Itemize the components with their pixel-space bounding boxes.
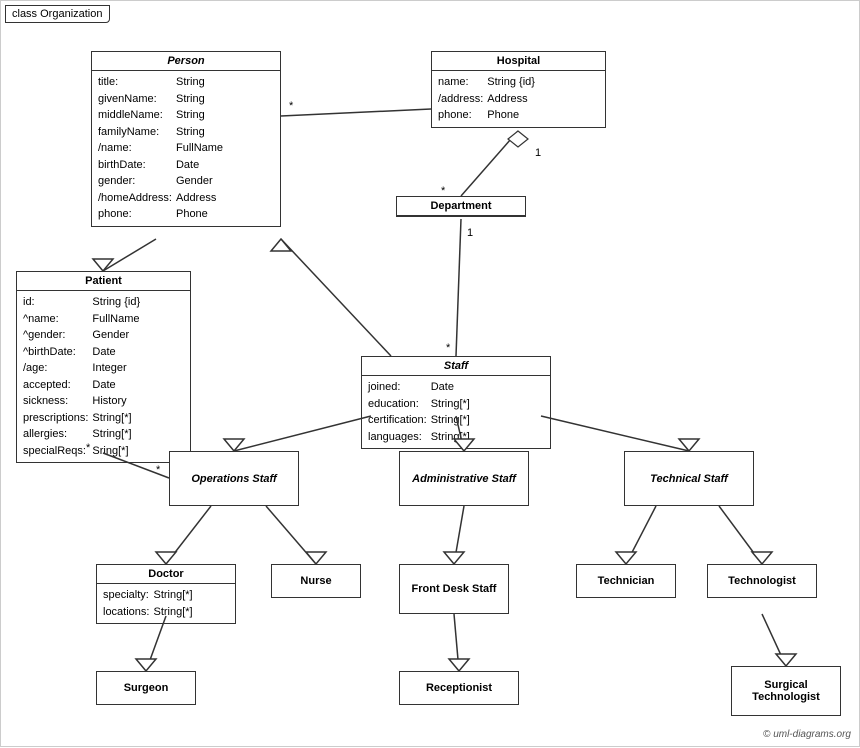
administrative-staff-title: Administrative Staff — [412, 473, 516, 485]
person-attrs: title:String givenName:String middleName… — [92, 71, 280, 226]
nurse-title: Nurse — [300, 575, 331, 587]
technician-class: Technician — [576, 564, 676, 598]
front-desk-staff-class: Front Desk Staff — [399, 564, 509, 614]
svg-text:*: * — [446, 342, 451, 354]
department-class: Department — [396, 196, 526, 217]
receptionist-class: Receptionist — [399, 671, 519, 705]
doctor-attrs: specialty:String[*] locations:String[*] — [97, 584, 235, 623]
staff-title: Staff — [362, 357, 550, 376]
surgical-technologist-title: Surgical Technologist — [740, 679, 832, 703]
administrative-staff-class: Administrative Staff — [399, 451, 529, 506]
technologist-title: Technologist — [728, 575, 796, 587]
surgical-technologist-class: Surgical Technologist — [731, 666, 841, 716]
diagram-container: class Organization Person title:String g… — [0, 0, 860, 747]
doctor-title: Doctor — [97, 565, 235, 584]
technical-staff-class: Technical Staff — [624, 451, 754, 506]
department-title: Department — [397, 197, 525, 216]
hospital-attrs: name:String {id} /address:Address phone:… — [432, 71, 605, 127]
staff-attrs: joined:Date education:String[*] certific… — [362, 376, 550, 448]
svg-text:*: * — [289, 100, 294, 112]
technologist-class: Technologist — [707, 564, 817, 598]
nurse-class: Nurse — [271, 564, 361, 598]
svg-text:1: 1 — [467, 227, 473, 239]
operations-staff-class: Operations Staff — [169, 451, 299, 506]
front-desk-staff-title: Front Desk Staff — [412, 583, 497, 595]
patient-class: Patient id:String {id} ^name:FullName ^g… — [16, 271, 191, 463]
hospital-title: Hospital — [432, 52, 605, 71]
surgeon-title: Surgeon — [124, 682, 169, 694]
svg-text:*: * — [156, 464, 161, 476]
receptionist-title: Receptionist — [426, 682, 492, 694]
patient-title: Patient — [17, 272, 190, 291]
hospital-class: Hospital name:String {id} /address:Addre… — [431, 51, 606, 128]
doctor-class: Doctor specialty:String[*] locations:Str… — [96, 564, 236, 624]
surgeon-class: Surgeon — [96, 671, 196, 705]
staff-class: Staff joined:Date education:String[*] ce… — [361, 356, 551, 449]
person-title: Person — [92, 52, 280, 71]
technical-staff-title: Technical Staff — [650, 473, 728, 485]
svg-text:1: 1 — [535, 147, 541, 159]
patient-attrs: id:String {id} ^name:FullName ^gender:Ge… — [17, 291, 190, 462]
diagram-title: class Organization — [5, 5, 110, 23]
copyright-text: © uml-diagrams.org — [763, 729, 851, 740]
technician-title: Technician — [598, 575, 655, 587]
operations-staff-title: Operations Staff — [191, 473, 276, 485]
person-class: Person title:String givenName:String mid… — [91, 51, 281, 227]
